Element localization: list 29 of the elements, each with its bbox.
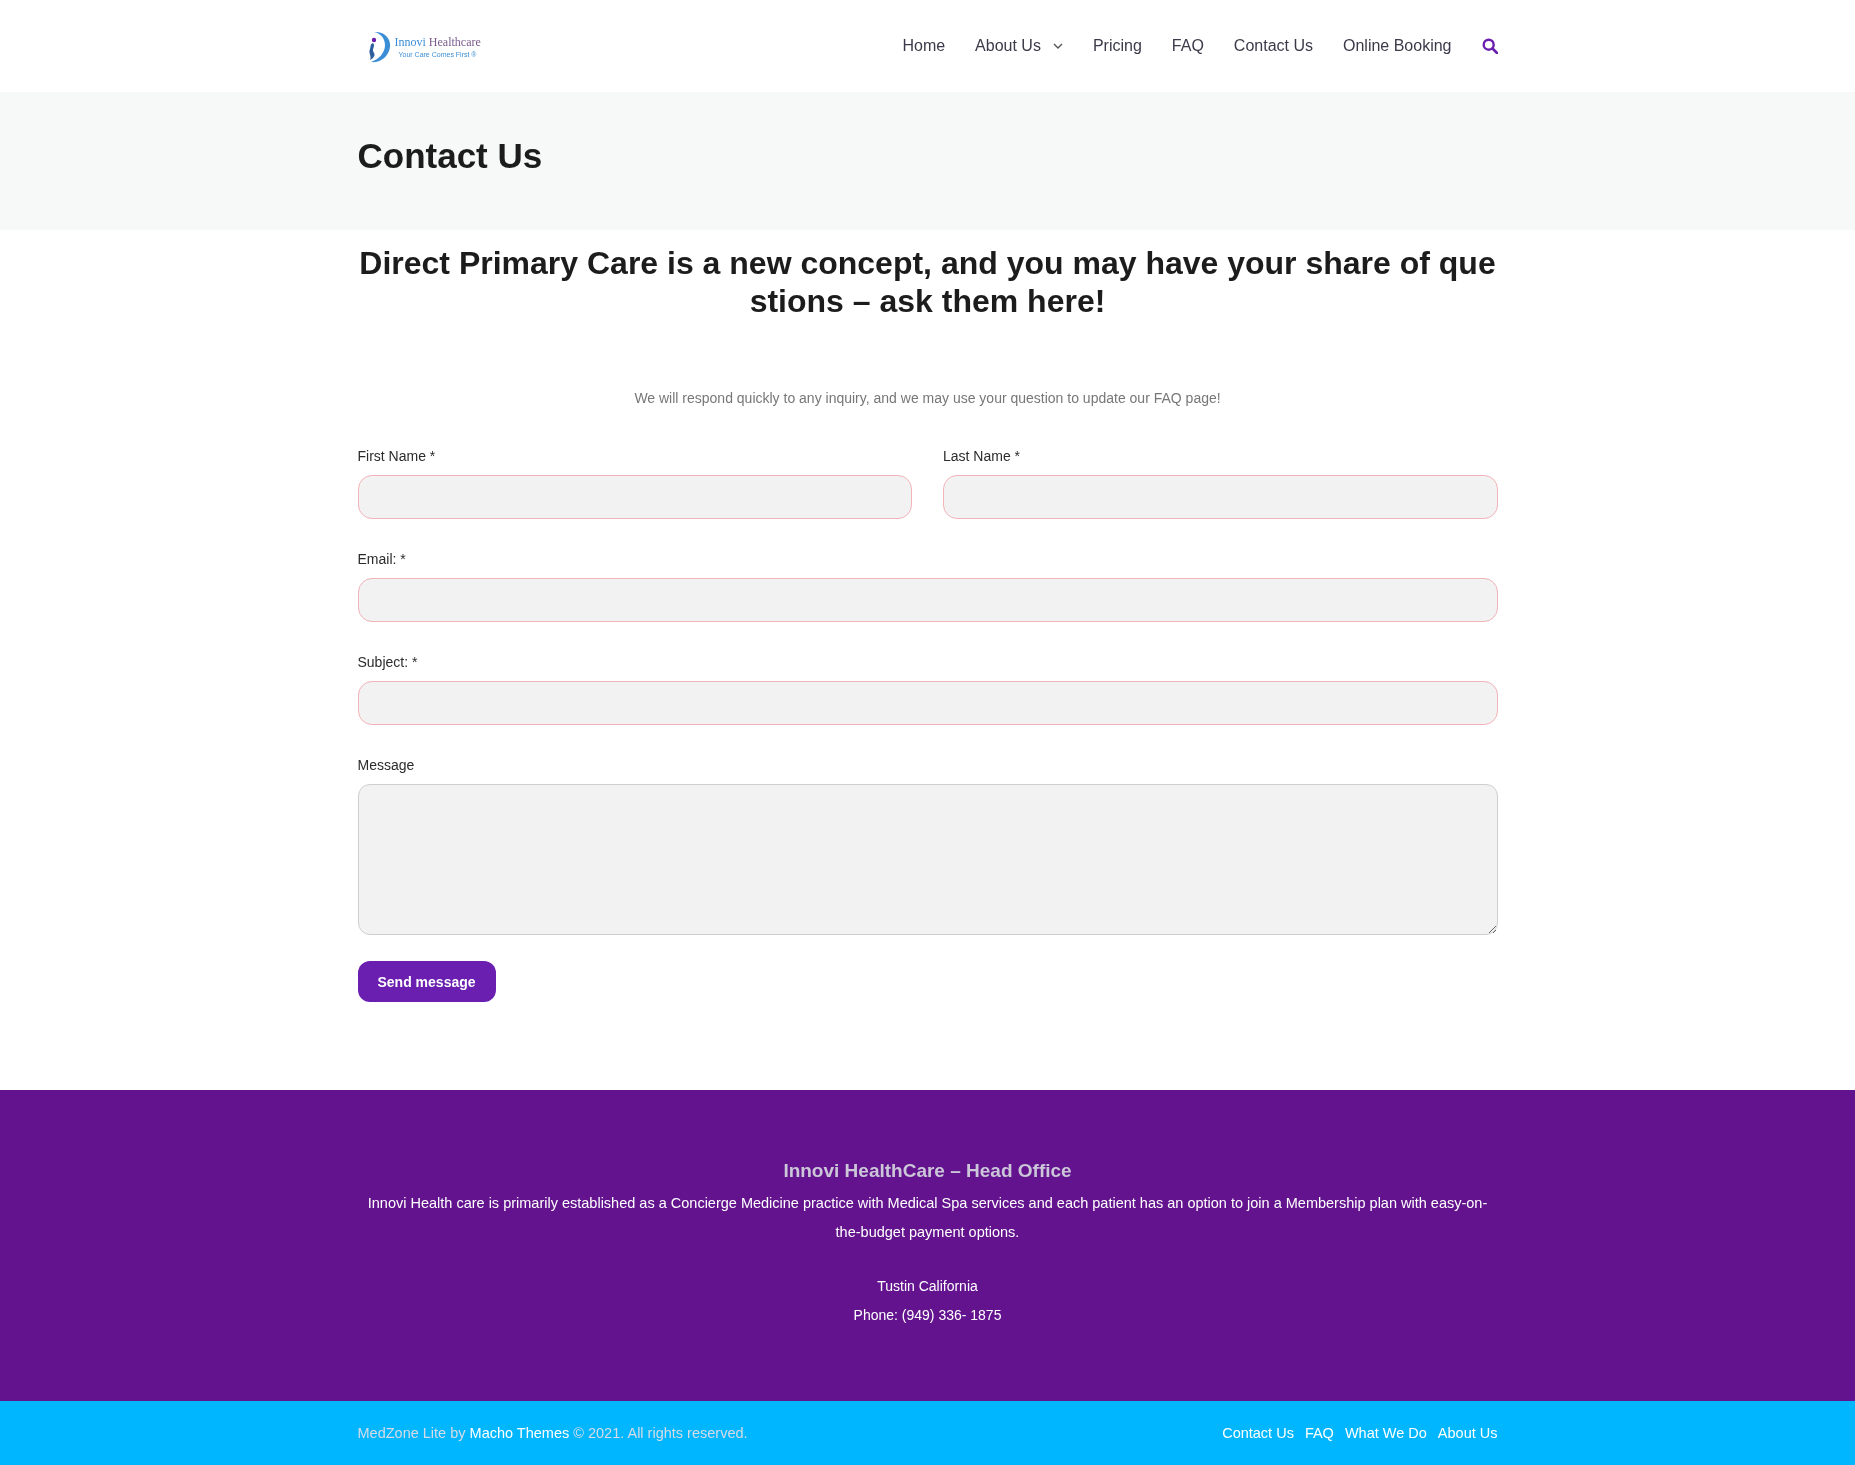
headline: Direct Primary Care is a new concept, and you may have your share of questions – ask them here!	[358, 244, 1497, 320]
field-label: First Name *	[357, 447, 436, 466]
input-field[interactable]	[357, 578, 1498, 622]
logo-word: Innovi	[394, 35, 426, 49]
send-message-button[interactable]: Send message	[357, 961, 496, 1002]
address-line: Phone: (949) 336- 1875	[853, 1306, 1002, 1325]
message-field[interactable]	[357, 784, 1498, 935]
input-field[interactable]	[357, 475, 912, 519]
field-label: Subject: *	[357, 653, 418, 672]
nav-link[interactable]: Home	[902, 36, 946, 56]
nav-link[interactable]: About Us	[975, 36, 1063, 56]
copyright-text: MedZone Lite by Macho Themes © 2021. All rights reserved.	[357, 1425, 748, 1441]
field-label: Email: *	[357, 550, 406, 569]
input-field[interactable]	[943, 475, 1498, 519]
search-icon[interactable]	[1481, 38, 1498, 54]
field-label: Last Name *	[943, 447, 1021, 466]
intro-text: We will respond quickly to any inquiry, and we may use your question to update our FAQ page!	[633, 389, 1222, 408]
logo-word: Healthcare	[428, 35, 481, 49]
field-label: Message	[357, 756, 415, 775]
nav-link[interactable]: FAQ	[1171, 36, 1204, 56]
nav-link[interactable]: Contact Us	[1233, 36, 1313, 56]
nav-link[interactable]: Online Booking	[1343, 36, 1452, 56]
footer-heading: Innovi HealthCare – Head Office	[783, 1159, 1072, 1183]
page-title: Contact Us	[357, 135, 544, 177]
chevron-down-icon	[1052, 43, 1063, 49]
footer-description: Innovi Health care is primarily established as a Concierge Medicine practice with Medical Spa services and each patient has an option to join a Membership plan with easy-on-the-budget payment options.	[366, 1194, 1489, 1242]
input-field[interactable]	[357, 681, 1498, 725]
nav-link[interactable]: Pricing	[1092, 36, 1142, 56]
address-line: Tustin California	[877, 1277, 978, 1296]
